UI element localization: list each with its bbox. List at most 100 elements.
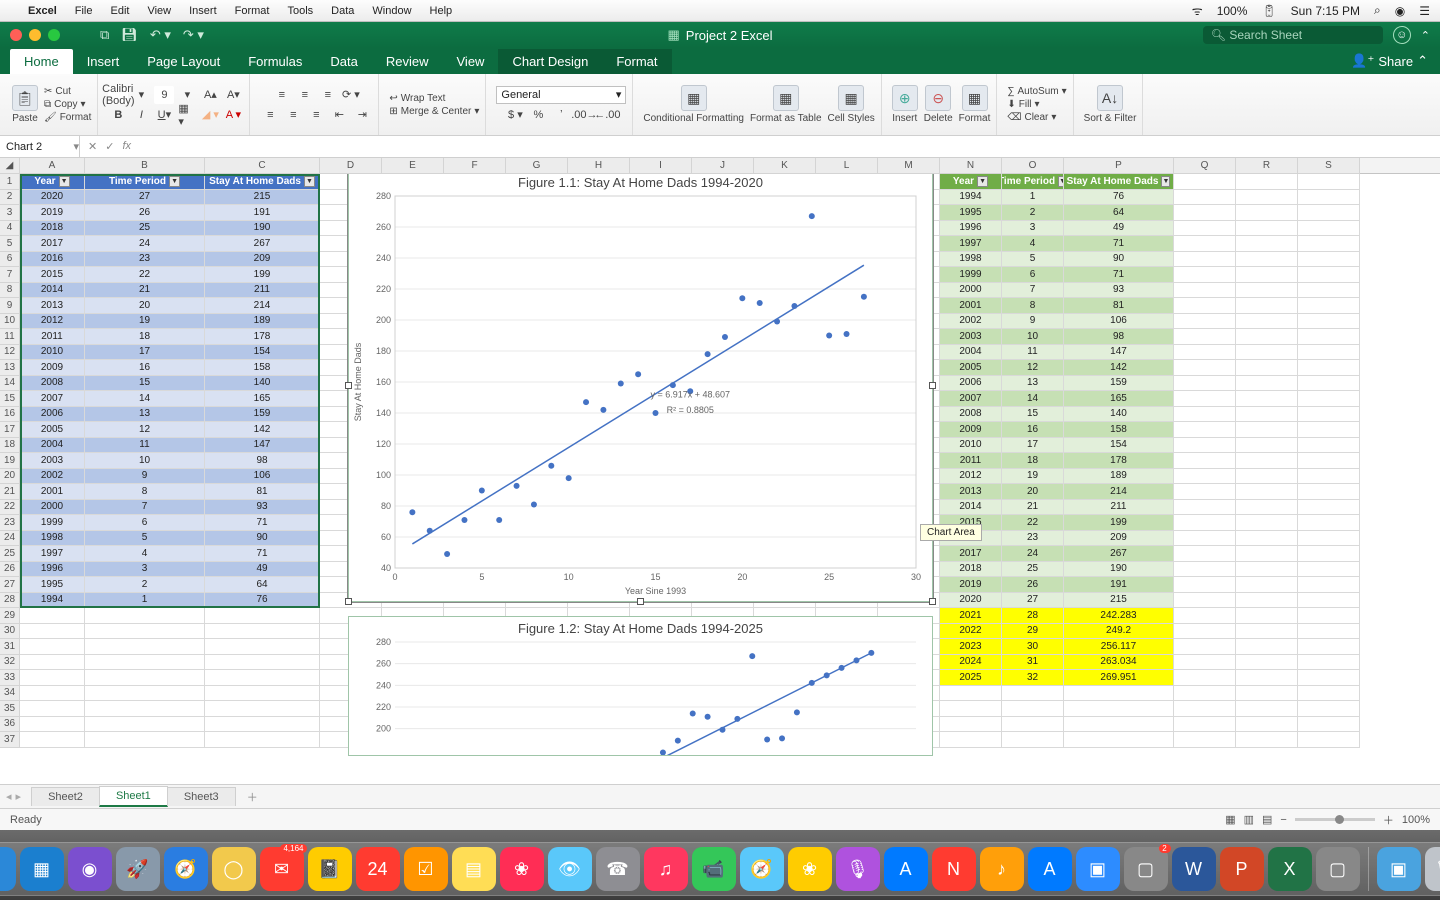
table1-cell[interactable]: 2012 [20, 314, 85, 330]
cell[interactable] [1236, 345, 1298, 361]
cell[interactable] [1236, 593, 1298, 609]
cell[interactable] [85, 655, 205, 671]
table1-cell[interactable]: 1995 [20, 577, 85, 593]
col-header-M[interactable]: M [878, 158, 940, 174]
table2-cell[interactable]: 71 [1064, 236, 1174, 252]
cell[interactable] [205, 608, 320, 624]
share-button[interactable]: 👤⁺ Share ⌃ [1339, 48, 1440, 74]
table1-header-A[interactable]: Year▼ [20, 174, 85, 190]
dock-safari[interactable]: 🧭 [164, 847, 208, 891]
col-header-B[interactable]: B [85, 158, 205, 174]
row-header-26[interactable]: 26 [0, 562, 20, 578]
table2-forecast-cell[interactable]: 2023 [940, 639, 1002, 655]
dock-photo2[interactable]: ❀ [788, 847, 832, 891]
sort-filter-button[interactable]: A↓Sort & Filter [1084, 85, 1137, 124]
cell[interactable] [1298, 453, 1360, 469]
row-header-2[interactable]: 2 [0, 190, 20, 206]
cell[interactable] [1174, 608, 1236, 624]
cell[interactable] [1298, 500, 1360, 516]
row-header-37[interactable]: 37 [0, 732, 20, 748]
sheet-tab-sheet3[interactable]: Sheet3 [167, 787, 236, 806]
table1-cell[interactable]: 9 [85, 469, 205, 485]
row-header-19[interactable]: 19 [0, 453, 20, 469]
copy-button[interactable]: ⧉ Copy ▾ [44, 99, 91, 110]
control-center-icon[interactable]: ☰ [1419, 4, 1430, 18]
table1-cell[interactable]: 20 [85, 298, 205, 314]
grow-font-icon[interactable]: A▴ [200, 86, 220, 104]
col-header-S[interactable]: S [1298, 158, 1360, 174]
cell[interactable] [1064, 701, 1174, 717]
cell[interactable] [1236, 252, 1298, 268]
sheet-tab-sheet2[interactable]: Sheet2 [31, 787, 100, 806]
table1-cell[interactable]: 1994 [20, 593, 85, 609]
cell[interactable] [1236, 732, 1298, 748]
row-header-18[interactable]: 18 [0, 438, 20, 454]
table1-cell[interactable]: 154 [205, 345, 320, 361]
table2-cell[interactable]: 24 [1002, 546, 1064, 562]
cell[interactable] [940, 717, 1002, 733]
chart-object-1[interactable]: Figure 1.1: Stay At Home Dads 1994-2020 … [348, 174, 933, 602]
cell[interactable] [1174, 484, 1236, 500]
table2-cell[interactable]: 1 [1002, 190, 1064, 206]
table1-cell[interactable]: 2004 [20, 438, 85, 454]
dock-contacts[interactable]: ☎ [596, 847, 640, 891]
number-format-select[interactable]: General▾ [496, 86, 626, 104]
table1-cell[interactable]: 4 [85, 546, 205, 562]
table2-cell[interactable]: 16 [1002, 422, 1064, 438]
font-color-button[interactable]: A ▾ [223, 106, 243, 124]
table1-header-C[interactable]: Stay At Home Dads▼ [205, 174, 320, 190]
table2-cell[interactable]: 21 [1002, 500, 1064, 516]
cell[interactable] [1236, 190, 1298, 206]
align-top-icon[interactable]: ≡ [272, 86, 292, 104]
table2-cell[interactable]: 90 [1064, 252, 1174, 268]
wifi-icon[interactable]: ᯤ [1192, 2, 1203, 19]
cell[interactable] [1174, 670, 1236, 686]
cell[interactable] [1298, 484, 1360, 500]
cell[interactable] [1236, 376, 1298, 392]
dock-maps[interactable]: 🧭 [740, 847, 784, 891]
cell[interactable] [940, 686, 1002, 702]
table1-cell[interactable]: 165 [205, 391, 320, 407]
table1-cell[interactable]: 16 [85, 360, 205, 376]
orientation-icon[interactable]: ⟳ ▾ [341, 86, 361, 104]
row-header-16[interactable]: 16 [0, 407, 20, 423]
cell[interactable] [1174, 546, 1236, 562]
cell[interactable] [1298, 221, 1360, 237]
table2-cell[interactable]: 2001 [940, 298, 1002, 314]
table2-forecast-cell[interactable]: 2022 [940, 624, 1002, 640]
cell[interactable] [205, 624, 320, 640]
cell[interactable] [1298, 360, 1360, 376]
table2-cell[interactable]: 2006 [940, 376, 1002, 392]
cell[interactable] [1174, 205, 1236, 221]
dock-news[interactable]: N [932, 847, 976, 891]
menu-insert[interactable]: Insert [189, 5, 217, 17]
cell[interactable] [85, 670, 205, 686]
table1-cell[interactable]: 147 [205, 438, 320, 454]
conditional-formatting-button[interactable]: ▦Conditional Formatting [643, 85, 744, 124]
smiley-icon[interactable]: ☺ [1393, 26, 1411, 44]
row-header-21[interactable]: 21 [0, 484, 20, 500]
table1-cell[interactable]: 71 [205, 515, 320, 531]
cell[interactable] [1174, 562, 1236, 578]
table2-cell[interactable]: 147 [1064, 345, 1174, 361]
cell[interactable] [940, 732, 1002, 748]
cell[interactable] [1002, 701, 1064, 717]
table2-cell[interactable]: 1994 [940, 190, 1002, 206]
table2-cell[interactable]: 19 [1002, 469, 1064, 485]
table1-cell[interactable]: 2007 [20, 391, 85, 407]
cell[interactable] [1174, 267, 1236, 283]
col-header-P[interactable]: P [1064, 158, 1174, 174]
table2-cell[interactable]: 191 [1064, 577, 1174, 593]
table2-cell[interactable]: 199 [1064, 515, 1174, 531]
table2-header[interactable]: Time Period▼ [1002, 174, 1064, 190]
row-header-32[interactable]: 32 [0, 655, 20, 671]
zoom-out-button[interactable]: − [1280, 814, 1286, 826]
table1-cell[interactable]: 6 [85, 515, 205, 531]
cell[interactable] [1298, 639, 1360, 655]
cell[interactable] [20, 639, 85, 655]
row-header-25[interactable]: 25 [0, 546, 20, 562]
table2-cell[interactable]: 189 [1064, 469, 1174, 485]
table2-cell[interactable]: 71 [1064, 267, 1174, 283]
row-header-20[interactable]: 20 [0, 469, 20, 485]
cell[interactable] [1298, 174, 1360, 190]
